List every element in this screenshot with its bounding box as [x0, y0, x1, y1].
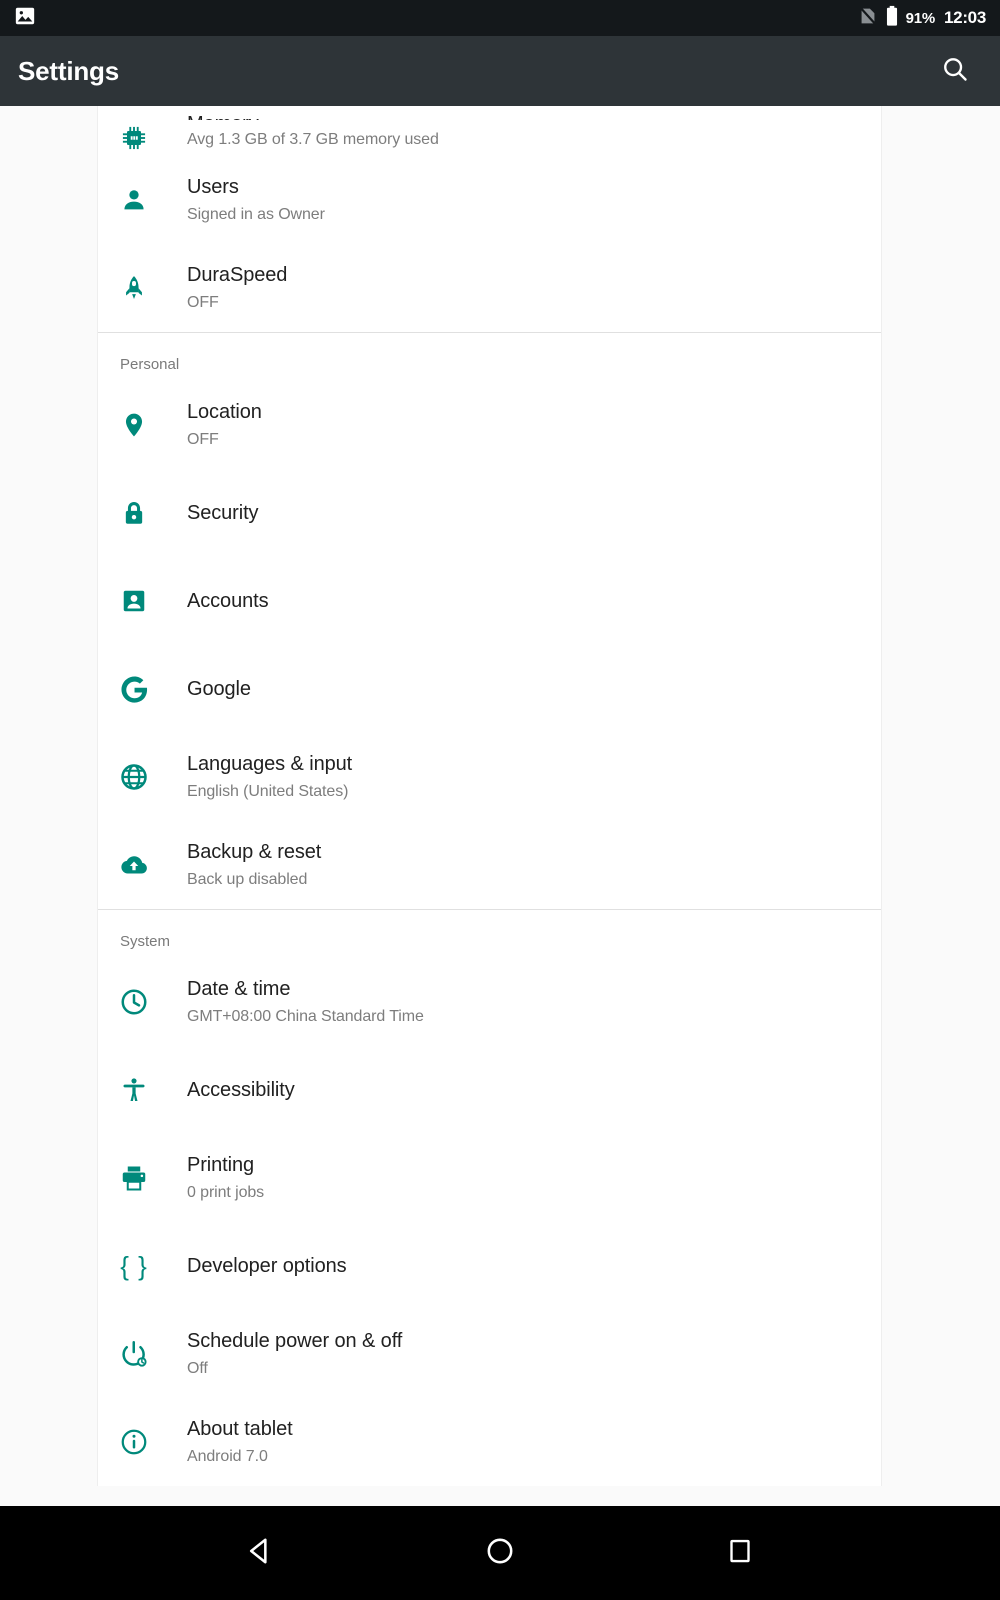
image-icon [14, 5, 36, 32]
settings-section-system: System Date & time GMT+08:00 China Stand… [98, 909, 881, 1486]
settings-row-title: Memory [187, 111, 865, 120]
settings-row-title: Languages & input [187, 752, 353, 775]
settings-row-languages-input[interactable]: Languages & input English (United States… [98, 733, 881, 821]
rocket-icon [98, 274, 170, 302]
settings-row-google[interactable]: Google [98, 645, 881, 733]
section-header-personal: Personal [120, 356, 180, 373]
no-sim-icon [858, 5, 878, 32]
settings-row-subtitle: Android 7.0 [187, 1447, 268, 1465]
settings-row-title: About tablet [187, 1417, 293, 1440]
status-bar-notifications [0, 5, 858, 32]
memory-chip-icon [98, 126, 170, 152]
clock-icon [98, 987, 170, 1017]
braces-icon: { } [120, 1250, 148, 1281]
account-box-icon [98, 587, 170, 615]
settings-row-about-tablet[interactable]: About tablet Android 7.0 [98, 1398, 881, 1486]
settings-row-text: Location OFF [170, 399, 865, 452]
back-triangle-icon [244, 1535, 276, 1572]
lock-icon [98, 499, 170, 527]
settings-row-title: Accounts [187, 590, 269, 612]
recents-square-icon [725, 1536, 755, 1571]
power-schedule-icon [98, 1339, 170, 1369]
settings-row-text: About tablet Android 7.0 [170, 1416, 865, 1469]
section-header-system: System [120, 933, 171, 950]
settings-scroll-area[interactable]: Memory Avg 1.3 GB of 3.7 GB memory used … [0, 106, 1000, 1506]
settings-row-subtitle: Avg 1.3 GB of 3.7 GB memory used [187, 131, 439, 148]
settings-row-printing[interactable]: Printing 0 print jobs [98, 1134, 881, 1222]
app-bar: Settings [0, 36, 1000, 106]
settings-section-personal: Personal Location OFF Security Accounts … [98, 332, 881, 909]
recents-button[interactable] [680, 1506, 800, 1600]
cloud-upload-icon [98, 850, 170, 880]
settings-row-text: Security [170, 500, 865, 526]
settings-row-memory[interactable]: Memory Avg 1.3 GB of 3.7 GB memory used [98, 106, 881, 156]
settings-row-users[interactable]: Users Signed in as Owner [98, 156, 881, 244]
google-g-icon [98, 673, 170, 705]
status-bar-system-icons: 91% 12:03 [858, 5, 1000, 32]
info-circle-icon [98, 1427, 170, 1457]
accessibility-icon [98, 1076, 170, 1104]
settings-row-subtitle: Back up disabled [187, 870, 308, 888]
battery-icon [885, 5, 899, 32]
settings-row-text: Accounts [170, 588, 865, 614]
globe-icon [98, 762, 170, 792]
settings-row-title: Security [187, 502, 259, 524]
home-circle-icon [484, 1535, 516, 1572]
settings-row-text: Date & time GMT+08:00 China Standard Tim… [170, 976, 865, 1029]
settings-row-text: Printing 0 print jobs [170, 1152, 865, 1205]
settings-row-subtitle: English (United States) [187, 782, 349, 800]
navigation-bar [0, 1506, 1000, 1600]
location-pin-icon [98, 411, 170, 439]
status-bar-clock: 12:03 [944, 8, 986, 27]
settings-row-text: Backup & reset Back up disabled [170, 839, 865, 892]
settings-row-title: Backup & reset [187, 840, 322, 863]
settings-row-title: Google [187, 678, 251, 700]
settings-row-text: Accessibility [170, 1077, 865, 1103]
settings-row-title: Location [187, 400, 262, 423]
settings-row-duraspeed[interactable]: DuraSpeed OFF [98, 244, 881, 332]
settings-row-title: Developer options [187, 1255, 347, 1277]
settings-row-title: Accessibility [187, 1079, 295, 1101]
settings-row-text: Schedule power on & off Off [170, 1328, 865, 1381]
settings-row-text: Memory Avg 1.3 GB of 3.7 GB memory used [170, 113, 865, 152]
settings-row-title: Date & time [187, 977, 291, 1000]
settings-row-location[interactable]: Location OFF [98, 381, 881, 469]
settings-row-title: Printing [187, 1153, 255, 1176]
settings-row-accessibility[interactable]: Accessibility [98, 1046, 881, 1134]
settings-row-accounts[interactable]: Accounts [98, 557, 881, 645]
settings-row-backup-reset[interactable]: Backup & reset Back up disabled [98, 821, 881, 909]
settings-row-text: Google [170, 676, 865, 702]
settings-row-title: Users [187, 175, 239, 198]
battery-percent-label: 91% [905, 9, 936, 27]
settings-list: Memory Avg 1.3 GB of 3.7 GB memory used … [97, 106, 882, 1486]
user-icon [98, 186, 170, 214]
settings-row-subtitle: Off [187, 1359, 208, 1377]
settings-row-title: DuraSpeed [187, 263, 288, 286]
settings-row-subtitle: GMT+08:00 China Standard Time [187, 1007, 424, 1025]
printer-icon [98, 1163, 170, 1193]
settings-row-subtitle: 0 print jobs [187, 1183, 265, 1201]
settings-section-device: Memory Avg 1.3 GB of 3.7 GB memory used … [98, 106, 881, 332]
settings-row-text: Users Signed in as Owner [170, 174, 865, 227]
status-bar: 91% 12:03 [0, 0, 1000, 36]
search-button[interactable] [920, 36, 990, 106]
settings-row-security[interactable]: Security [98, 469, 881, 557]
page-title: Settings [18, 55, 119, 86]
settings-row-subtitle: Signed in as Owner [187, 205, 325, 223]
back-button[interactable] [200, 1506, 320, 1600]
settings-row-date-time[interactable]: Date & time GMT+08:00 China Standard Tim… [98, 958, 881, 1046]
settings-row-title: Schedule power on & off [187, 1329, 403, 1352]
settings-row-text: Languages & input English (United States… [170, 751, 865, 804]
settings-row-subtitle: OFF [187, 430, 219, 448]
settings-row-subtitle: OFF [187, 293, 219, 311]
search-icon [940, 54, 970, 89]
settings-row-schedule-power[interactable]: Schedule power on & off Off [98, 1310, 881, 1398]
settings-row-text: DuraSpeed OFF [170, 262, 865, 315]
settings-row-developer-options[interactable]: { } Developer options [98, 1222, 881, 1310]
home-button[interactable] [440, 1506, 560, 1600]
settings-row-text: Developer options [170, 1253, 865, 1279]
